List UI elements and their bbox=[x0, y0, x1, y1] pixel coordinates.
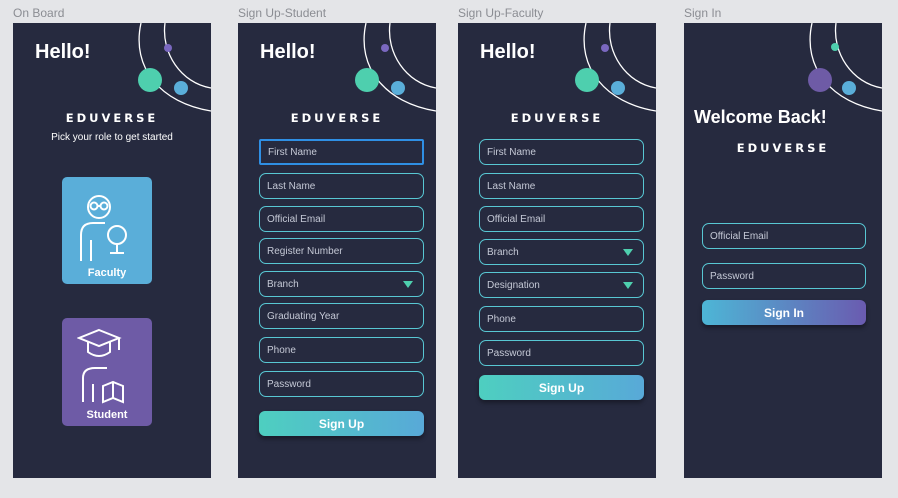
frame-label-onboard: On Board bbox=[13, 6, 65, 20]
branch-placeholder: Branch bbox=[267, 278, 299, 290]
welcome-heading: Welcome Back! bbox=[694, 107, 827, 127]
phone-placeholder: Phone bbox=[487, 313, 516, 325]
first-name-placeholder: First Name bbox=[268, 146, 317, 158]
first-name-field[interactable]: First Name bbox=[479, 139, 644, 165]
sign-up-button[interactable]: Sign Up bbox=[259, 411, 424, 436]
brand-title: EDUVERSE bbox=[510, 111, 604, 125]
official-email-field[interactable]: Official Email bbox=[702, 223, 866, 249]
brand-title: EDUVERSE bbox=[65, 111, 159, 125]
signin-screen: Welcome Back! EDUVERSE Official Email Pa… bbox=[684, 23, 882, 478]
official-email-field[interactable]: Official Email bbox=[259, 206, 424, 232]
frame-label-signup-student: Sign Up-Student bbox=[238, 6, 327, 20]
last-name-field[interactable]: Last Name bbox=[259, 173, 424, 199]
branch-select[interactable]: Branch bbox=[479, 239, 644, 265]
phone-field[interactable]: Phone bbox=[259, 337, 424, 363]
chevron-down-icon bbox=[623, 282, 633, 289]
onboard-screen: Hello! EDUVERSE Pick your role to get st… bbox=[13, 23, 211, 478]
register-number-field[interactable]: Register Number bbox=[259, 238, 424, 264]
orbit-decoration-icon bbox=[355, 23, 436, 112]
password-placeholder: Password bbox=[710, 270, 754, 282]
signup-student-screen: Hello! EDUVERSE First Name Last Name Off… bbox=[238, 23, 436, 478]
official-email-field[interactable]: Official Email bbox=[479, 206, 644, 232]
signup-faculty-screen: Hello! EDUVERSE First Name Last Name Off… bbox=[458, 23, 656, 478]
greeting-heading: Hello! bbox=[260, 41, 316, 63]
orbit-decoration-icon bbox=[138, 23, 211, 112]
student-label: Student bbox=[86, 409, 128, 421]
chevron-down-icon bbox=[623, 249, 633, 256]
tagline: Pick your role to get started bbox=[51, 132, 173, 143]
faculty-label: Faculty bbox=[87, 267, 127, 279]
last-name-placeholder: Last Name bbox=[487, 180, 536, 192]
official-email-placeholder: Official Email bbox=[487, 213, 546, 225]
last-name-placeholder: Last Name bbox=[267, 180, 316, 192]
last-name-field[interactable]: Last Name bbox=[479, 173, 644, 199]
designation-placeholder: Designation bbox=[487, 279, 540, 291]
password-field[interactable]: Password bbox=[479, 340, 644, 366]
graduating-year-field[interactable]: Graduating Year bbox=[259, 303, 424, 329]
graduating-year-placeholder: Graduating Year bbox=[267, 310, 340, 322]
branch-select[interactable]: Branch bbox=[259, 271, 424, 297]
sign-up-button[interactable]: Sign Up bbox=[479, 375, 644, 400]
orbit-decoration-icon bbox=[575, 23, 656, 112]
official-email-placeholder: Official Email bbox=[710, 230, 769, 242]
phone-field[interactable]: Phone bbox=[479, 306, 644, 332]
brand-title: EDUVERSE bbox=[736, 141, 830, 155]
password-placeholder: Password bbox=[487, 347, 531, 359]
faculty-role-button[interactable]: Faculty bbox=[62, 177, 152, 284]
official-email-placeholder: Official Email bbox=[267, 213, 326, 225]
first-name-placeholder: First Name bbox=[487, 146, 536, 158]
brand-title: EDUVERSE bbox=[290, 111, 384, 125]
frame-label-signup-faculty: Sign Up-Faculty bbox=[458, 6, 544, 20]
sign-in-button[interactable]: Sign In bbox=[702, 300, 866, 325]
password-placeholder: Password bbox=[267, 378, 311, 390]
branch-placeholder: Branch bbox=[487, 246, 519, 258]
greeting-heading: Hello! bbox=[480, 41, 536, 63]
phone-placeholder: Phone bbox=[267, 344, 296, 356]
password-field[interactable]: Password bbox=[702, 263, 866, 289]
designation-select[interactable]: Designation bbox=[479, 272, 644, 298]
greeting-heading: Hello! bbox=[35, 41, 91, 63]
faculty-icon bbox=[80, 195, 127, 261]
register-number-placeholder: Register Number bbox=[267, 245, 343, 257]
password-field[interactable]: Password bbox=[259, 371, 424, 397]
chevron-down-icon bbox=[403, 281, 413, 288]
first-name-field[interactable]: First Name bbox=[259, 139, 424, 165]
student-role-button[interactable]: Student bbox=[62, 318, 152, 426]
student-graduate-icon bbox=[77, 328, 124, 404]
frame-label-signin: Sign In bbox=[684, 6, 722, 20]
